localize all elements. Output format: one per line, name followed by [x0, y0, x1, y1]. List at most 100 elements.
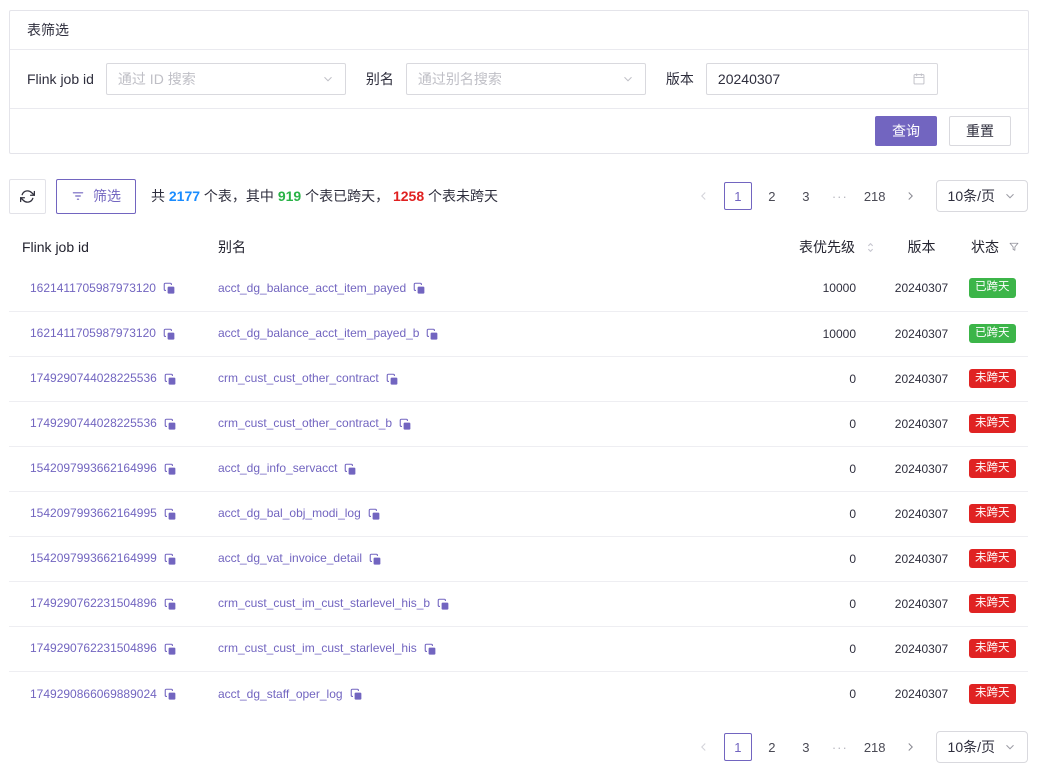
flink-job-id-link[interactable]: 1749290744028225536	[30, 371, 157, 385]
copy-icon[interactable]	[368, 508, 381, 521]
copy-icon[interactable]	[344, 463, 357, 476]
alias-link[interactable]: crm_cust_cust_other_contract	[218, 371, 379, 385]
reset-button[interactable]: 重置	[949, 116, 1011, 146]
priority-cell: 0	[769, 446, 879, 491]
page-button-2[interactable]: 2	[758, 182, 786, 210]
status-badge: 已跨天	[969, 324, 1016, 344]
alias-link[interactable]: acct_dg_info_servacct	[218, 461, 337, 475]
copy-icon[interactable]	[164, 688, 177, 701]
flink-job-id-link[interactable]: 1749290866069889024	[30, 687, 157, 701]
alias-link[interactable]: crm_cust_cust_im_cust_starlevel_his_b	[218, 596, 430, 610]
alias-select[interactable]: 通过别名搜索	[406, 63, 646, 95]
page-button-last[interactable]: 218	[860, 182, 890, 210]
copy-icon[interactable]	[163, 282, 176, 295]
flink-job-id-link[interactable]: 1749290744028225536	[30, 416, 157, 430]
page-size-value: 10条/页	[948, 186, 995, 206]
copy-icon[interactable]	[386, 373, 399, 386]
copy-icon[interactable]	[164, 553, 177, 566]
copy-icon[interactable]	[350, 688, 363, 701]
version-cell: 20240307	[879, 581, 964, 626]
alias-link[interactable]: acct_dg_vat_invoice_detail	[218, 551, 362, 565]
flink-job-id-link[interactable]: 1542097993662164999	[30, 551, 157, 565]
version-cell: 20240307	[879, 671, 964, 716]
copy-icon[interactable]	[424, 643, 437, 656]
page-button-3[interactable]: 3	[792, 182, 820, 210]
copy-icon[interactable]	[369, 553, 382, 566]
status-badge: 未跨天	[969, 369, 1016, 389]
alias-link[interactable]: acct_dg_bal_obj_modi_log	[218, 506, 361, 520]
copy-icon[interactable]	[413, 282, 426, 295]
priority-cell: 10000	[769, 311, 879, 356]
refresh-button[interactable]	[9, 179, 46, 214]
next-page-button[interactable]	[896, 182, 924, 210]
copy-icon[interactable]	[164, 373, 177, 386]
table-row: 1749290762231504896 crm_cust_cust_im_cus…	[9, 581, 1028, 626]
chevron-down-icon	[1004, 741, 1016, 753]
pagination-bottom-wrap: 1 2 3 ··· 218 10条/页	[9, 731, 1028, 763]
filter-card: 表筛选 Flink job id 通过 ID 搜索 别名 通过别名搜索 版本 2…	[9, 10, 1029, 154]
copy-icon[interactable]	[426, 328, 439, 341]
version-cell: 20240307	[879, 626, 964, 671]
table-row: 1542097993662164995 acct_dg_bal_obj_modi…	[9, 491, 1028, 536]
page-ellipsis[interactable]: ···	[826, 733, 854, 761]
page-button-last[interactable]: 218	[860, 733, 890, 761]
table-row: 1749290744028225536 crm_cust_cust_other_…	[9, 356, 1028, 401]
status-badge: 未跨天	[969, 594, 1016, 614]
copy-icon[interactable]	[164, 463, 177, 476]
version-date-input[interactable]: 20240307	[706, 63, 938, 95]
flink-job-id-link[interactable]: 1542097993662164995	[30, 506, 157, 520]
flink-job-id-select[interactable]: 通过 ID 搜索	[106, 63, 346, 95]
page-size-select[interactable]: 10条/页	[936, 180, 1028, 212]
alias-placeholder: 通过别名搜索	[418, 69, 614, 89]
chevron-right-icon	[904, 190, 916, 202]
table-row: 1621411705987973120 acct_dg_balance_acct…	[9, 266, 1028, 311]
pagination-bottom: 1 2 3 ··· 218 10条/页	[684, 731, 1028, 763]
copy-icon[interactable]	[164, 598, 177, 611]
copy-icon[interactable]	[164, 418, 177, 431]
page-button-1[interactable]: 1	[724, 733, 752, 761]
filter-button[interactable]: 筛选	[56, 179, 136, 214]
prev-page-button[interactable]	[690, 733, 718, 761]
page-button-2[interactable]: 2	[758, 733, 786, 761]
header-flink-job-id: Flink job id	[9, 228, 205, 266]
page-button-3[interactable]: 3	[792, 733, 820, 761]
copy-icon[interactable]	[437, 598, 450, 611]
flink-job-id-link[interactable]: 1621411705987973120	[30, 326, 156, 340]
alias-link[interactable]: crm_cust_cust_other_contract_b	[218, 416, 392, 430]
version-cell: 20240307	[879, 536, 964, 581]
page-size-select[interactable]: 10条/页	[936, 731, 1028, 763]
priority-cell: 10000	[769, 266, 879, 311]
flink-job-id-link[interactable]: 1749290762231504896	[30, 641, 157, 655]
chevron-left-icon	[698, 190, 710, 202]
filter-lines-icon	[71, 189, 85, 203]
copy-icon[interactable]	[164, 508, 177, 521]
chevron-down-icon	[1004, 190, 1016, 202]
page-button-1[interactable]: 1	[724, 182, 752, 210]
prev-page-button[interactable]	[690, 182, 718, 210]
version-value: 20240307	[718, 71, 904, 87]
flink-job-id-link[interactable]: 1542097993662164996	[30, 461, 157, 475]
copy-icon[interactable]	[163, 328, 176, 341]
status-badge: 未跨天	[969, 684, 1016, 704]
page-ellipsis[interactable]: ···	[826, 182, 854, 210]
alias-link[interactable]: acct_dg_balance_acct_item_payed	[218, 281, 406, 295]
flink-job-id-link[interactable]: 1621411705987973120	[30, 281, 156, 295]
alias-link[interactable]: acct_dg_staff_oper_log	[218, 687, 343, 701]
table-toolbar: 筛选 共 2177 个表，其中 919 个表已跨天， 1258 个表未跨天 1 …	[9, 178, 1028, 214]
query-button[interactable]: 查询	[875, 116, 937, 146]
next-page-button[interactable]	[896, 733, 924, 761]
alias-link[interactable]: crm_cust_cust_im_cust_starlevel_his	[218, 641, 417, 655]
copy-icon[interactable]	[164, 643, 177, 656]
filter-form: Flink job id 通过 ID 搜索 别名 通过别名搜索 版本 20240…	[10, 50, 1028, 109]
copy-icon[interactable]	[399, 418, 412, 431]
version-cell: 20240307	[879, 491, 964, 536]
flink-job-id-link[interactable]: 1749290762231504896	[30, 596, 157, 610]
table-row: 1749290866069889024 acct_dg_staff_oper_l…	[9, 671, 1028, 716]
sort-icon[interactable]	[864, 241, 877, 254]
version-label: 版本	[666, 69, 694, 89]
alias-link[interactable]: acct_dg_balance_acct_item_payed_b	[218, 326, 419, 340]
filter-funnel-icon[interactable]	[1008, 241, 1020, 253]
table-header-row: Flink job id 别名 表优先级 版本 状态	[9, 228, 1028, 266]
header-version: 版本	[879, 228, 964, 266]
header-status: 状态	[964, 228, 1028, 266]
